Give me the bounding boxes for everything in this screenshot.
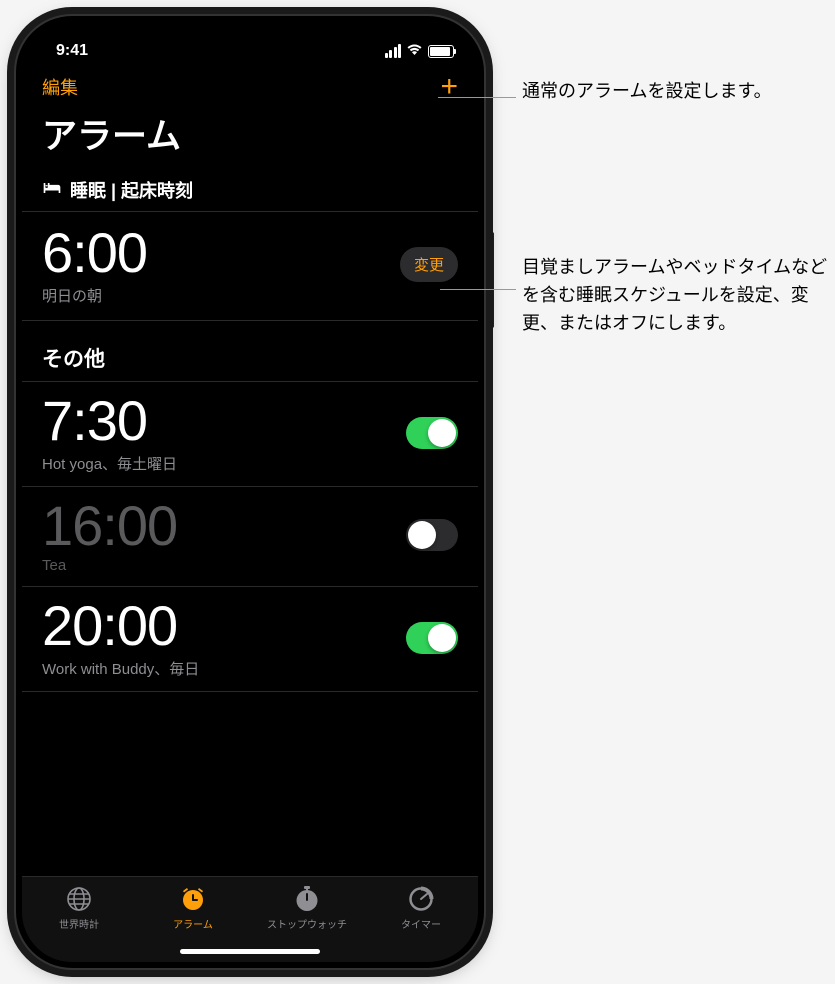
callout-add-alarm: 通常のアラームを設定します。 bbox=[522, 78, 772, 106]
cellular-signal-icon bbox=[385, 44, 402, 58]
bed-icon bbox=[42, 180, 62, 201]
callout-change-schedule: 目覚ましアラームやベッドタイムなどを含む睡眠スケジュールを設定、変更、またはオフ… bbox=[522, 254, 835, 338]
sleep-alarm-row[interactable]: 6:00 明日の朝 変更 bbox=[22, 212, 478, 321]
sleep-section-title: 睡眠 | 起床時刻 bbox=[70, 177, 193, 203]
status-time: 9:41 bbox=[46, 42, 88, 60]
alarm-row[interactable]: 16:00 Tea bbox=[22, 487, 478, 588]
tab-label: タイマー bbox=[401, 916, 441, 931]
home-indicator[interactable] bbox=[180, 949, 320, 954]
sleep-section-header: 睡眠 | 起床時刻 bbox=[22, 173, 478, 212]
alarm-time: 20:00 bbox=[42, 597, 199, 656]
tab-world-clock[interactable]: 世界時計 bbox=[22, 885, 136, 962]
nav-bar: 編集 + bbox=[22, 70, 478, 106]
tab-label: アラーム bbox=[173, 916, 213, 931]
notch bbox=[145, 22, 355, 54]
other-section-header: その他 bbox=[22, 321, 478, 382]
callout-leader bbox=[438, 97, 516, 98]
page-title: アラーム bbox=[22, 106, 478, 173]
alarm-time: 16:00 bbox=[42, 497, 177, 556]
mute-switch bbox=[8, 156, 12, 192]
volume-up-button bbox=[8, 216, 12, 278]
alarm-time: 7:30 bbox=[42, 392, 177, 451]
alarm-label: Hot yoga、毎土曜日 bbox=[42, 453, 177, 474]
alarm-label: Tea bbox=[42, 557, 177, 574]
tab-bar: 世界時計 アラーム ストップウォッチ タイマー bbox=[22, 876, 478, 962]
alarm-toggle[interactable] bbox=[406, 417, 458, 449]
volume-down-button bbox=[8, 292, 12, 354]
sleep-alarm-time: 6:00 bbox=[42, 224, 147, 283]
tab-label: 世界時計 bbox=[59, 916, 99, 931]
tab-label: ストップウォッチ bbox=[267, 916, 347, 931]
alarm-label: Work with Buddy、毎日 bbox=[42, 658, 199, 679]
alarm-toggle[interactable] bbox=[406, 622, 458, 654]
alarm-row[interactable]: 20:00 Work with Buddy、毎日 bbox=[22, 587, 478, 692]
callout-leader bbox=[440, 289, 516, 290]
battery-icon bbox=[428, 45, 454, 58]
iphone-frame: 9:41 編集 + アラーム 睡眠 | 起床時刻 6:00 明日の朝 bbox=[16, 16, 484, 968]
sleep-alarm-subtitle: 明日の朝 bbox=[42, 285, 147, 306]
change-sleep-schedule-button[interactable]: 変更 bbox=[400, 247, 458, 282]
power-button bbox=[490, 232, 494, 328]
wifi-icon bbox=[406, 42, 423, 60]
tab-timer[interactable]: タイマー bbox=[364, 885, 478, 962]
alarm-toggle[interactable] bbox=[406, 519, 458, 551]
alarm-row[interactable]: 7:30 Hot yoga、毎土曜日 bbox=[22, 382, 478, 487]
edit-button[interactable]: 編集 bbox=[42, 74, 78, 100]
screen: 9:41 編集 + アラーム 睡眠 | 起床時刻 6:00 明日の朝 bbox=[22, 22, 478, 962]
